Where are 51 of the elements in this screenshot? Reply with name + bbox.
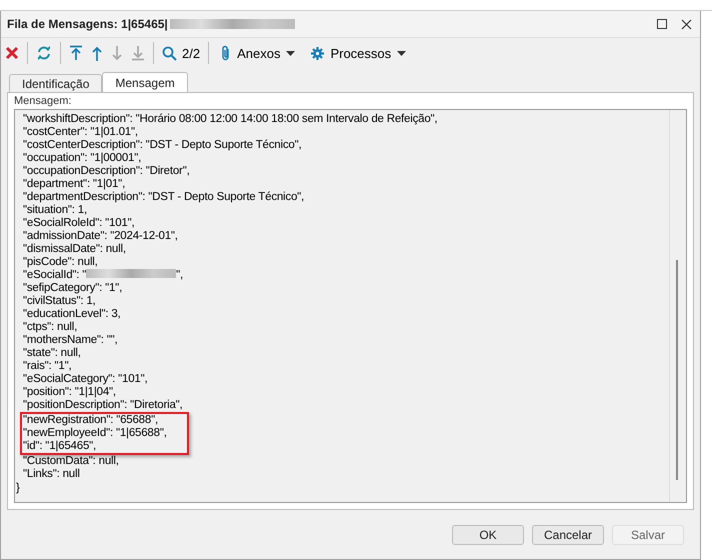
arrow-up-bar-icon[interactable] — [69, 45, 83, 61]
code-line: "occupation": "1|00001", — [23, 152, 142, 164]
code-line: "eSocialRoleId": "101", — [23, 217, 134, 229]
code-line: "occupationDescription": "Diretor", — [23, 165, 190, 177]
tab[interactable]: Mensagem — [102, 72, 188, 92]
code-line: "ctps": null, — [23, 321, 78, 333]
code-line: "id": "1|65465", — [23, 440, 96, 452]
processes-dropdown[interactable]: Processos — [307, 46, 410, 60]
code-line: "workshiftDescription": "Horário 08:00 12:00 14:00 18:00 sem Intervalo de Refeição", — [23, 113, 438, 125]
code-line: "state": null, — [23, 347, 81, 359]
code-line: "sefipCategory": "1", — [23, 282, 122, 294]
scrollbar-thumb[interactable] — [676, 260, 678, 480]
code-line: "costCenter": "1|01.01", — [23, 126, 138, 138]
refresh-icon[interactable] — [36, 45, 52, 61]
code-line: "costCenterDescription": "DST - Depto Suporte Técnico", — [23, 139, 302, 151]
search-icon[interactable] — [162, 46, 177, 60]
close-icon[interactable] — [681, 18, 692, 30]
delete-icon[interactable] — [5, 46, 19, 60]
window-title: Fila de Mensagens: 1|65465| — [7, 17, 168, 31]
code-line: "department": "1|01", — [23, 178, 126, 190]
code-line: "eSocialId": " — [23, 269, 86, 281]
code-line: "civilStatus": 1, — [23, 295, 96, 307]
code-line: "situation": 1, — [23, 204, 87, 216]
arrow-up-icon[interactable] — [91, 46, 103, 60]
code-line: "eSocialCategory": "101", — [23, 373, 148, 385]
code-line: "pisCode": null, — [23, 256, 98, 268]
dialog-button[interactable]: Cancelar — [532, 524, 604, 544]
record-counter: 2/2 — [182, 46, 200, 60]
attachments-dropdown[interactable]: Anexos — [217, 45, 300, 61]
code-line: ", — [176, 269, 184, 281]
code-line: "rais": "1", — [23, 360, 72, 372]
code-line: "CustomData": null, — [23, 455, 119, 467]
code-line: } — [16, 482, 20, 494]
field-label: Mensagem: — [14, 95, 72, 107]
tab[interactable]: Identificação — [9, 74, 102, 92]
caret-icon — [286, 50, 296, 56]
code-line: "Links": null — [23, 468, 80, 480]
code-line: "mothersName": "", — [23, 334, 118, 346]
dialog-button[interactable]: OK — [452, 524, 524, 544]
gear-icon — [311, 46, 324, 60]
code-line: "newEmployeeId": "1|65688", — [23, 427, 167, 439]
code-line: "position": "1|1|04", — [23, 386, 116, 398]
code-line: "newRegistration": "65688", — [23, 414, 158, 426]
maximize-icon[interactable] — [657, 19, 667, 29]
code-line: "admissionDate": "2024-12-01", — [23, 230, 178, 242]
code-line: "departmentDescription": "DST - Depto Suporte Técnico", — [23, 191, 304, 203]
caret-icon — [397, 50, 406, 56]
code-line: "educationLevel": 3, — [23, 308, 121, 320]
paperclip-icon — [221, 45, 232, 61]
code-line: "dismissalDate": null, — [23, 243, 126, 255]
code-line: "positionDescription": "Diretoria", — [23, 399, 183, 411]
